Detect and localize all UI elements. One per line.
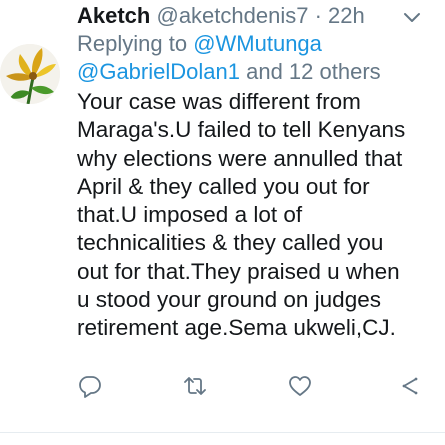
reply-mention-link[interactable]: @WMutunga (193, 31, 322, 56)
chevron-down-icon[interactable] (401, 6, 423, 28)
tweet-text: Your case was different from Maraga's.U … (77, 89, 406, 341)
display-name[interactable]: Aketch (77, 3, 150, 28)
reply-context: Replying to @WMutunga @GabrielDolan1 and … (77, 30, 417, 86)
retweet-icon[interactable] (183, 374, 207, 398)
reply-suffix[interactable]: and 12 others (240, 59, 381, 84)
tweet[interactable]: Aketch @aketchdenis7 · 22h Replying to @… (0, 0, 445, 445)
user-handle[interactable]: @aketchdenis7 (156, 3, 308, 28)
heart-icon[interactable] (288, 374, 312, 398)
tweet-content: Aketch @aketchdenis7 · 22h Replying to @… (77, 2, 417, 343)
separator-dot: · (314, 3, 322, 28)
timestamp[interactable]: 22h (328, 3, 365, 28)
avatar[interactable] (0, 44, 60, 104)
tweet-header: Aketch @aketchdenis7 · 22h (77, 2, 417, 30)
divider (0, 432, 445, 433)
reply-icon[interactable] (78, 374, 102, 398)
share-icon[interactable] (398, 374, 422, 398)
tweet-actions (78, 374, 423, 398)
reply-prefix: Replying to (77, 31, 194, 56)
reply-mention-link[interactable]: @GabrielDolan1 (77, 59, 240, 84)
